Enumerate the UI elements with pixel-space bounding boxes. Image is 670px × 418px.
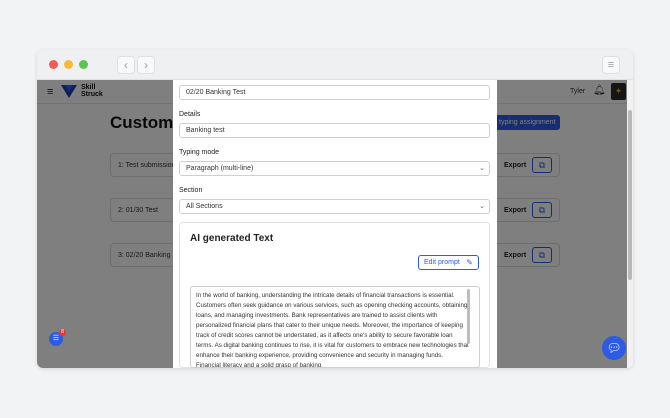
ai-generated-panel: AI generated Text Edit prompt ✎ In the w… — [179, 222, 490, 368]
chevron-left-icon[interactable]: ‹ — [117, 56, 135, 74]
title-field[interactable]: 02/20 Banking Test — [179, 85, 490, 100]
details-label: Details — [179, 111, 201, 118]
browser-window: ‹ › ≡ ≡ Skill Struck Tyler 🔔︎ ✦ Custom t… — [37, 50, 633, 368]
typing-mode-label: Typing mode — [179, 149, 220, 156]
chevron-right-icon[interactable]: › — [137, 56, 155, 74]
close-window-button[interactable] — [49, 60, 58, 69]
page-scrollbar[interactable] — [627, 80, 633, 368]
maximize-window-button[interactable] — [79, 60, 88, 69]
details-field[interactable]: Banking test — [179, 123, 490, 138]
section-label: Section — [179, 187, 203, 194]
pencil-icon: ✎ — [466, 258, 473, 267]
section-select[interactable]: All Sections ⌄ — [179, 199, 490, 214]
notification-badge: 8 — [59, 329, 66, 336]
ai-text-scrollbar[interactable] — [467, 289, 470, 344]
browser-titlebar: ‹ › ≡ — [37, 50, 633, 80]
page-viewport: ≡ Skill Struck Tyler 🔔︎ ✦ Custom typing … — [37, 80, 633, 368]
chevron-down-icon: ⌄ — [479, 203, 485, 210]
typing-mode-value: Paragraph (multi-line) — [186, 165, 254, 172]
menu-icon[interactable]: ≡ — [602, 56, 620, 74]
typing-mode-select[interactable]: Paragraph (multi-line) ⌄ — [179, 161, 490, 176]
edit-prompt-label: Edit prompt — [424, 259, 460, 266]
edit-assignment-modal: 02/20 Banking Test Details Banking test … — [173, 80, 497, 368]
page-scrollbar-thumb[interactable] — [628, 110, 632, 280]
ai-heading: AI generated Text — [190, 233, 274, 244]
ai-text-area[interactable]: In the world of banking, understanding t… — [190, 286, 480, 368]
minimize-window-button[interactable] — [64, 60, 73, 69]
section-value: All Sections — [186, 203, 223, 210]
edit-prompt-button[interactable]: Edit prompt ✎ — [418, 255, 479, 270]
chevron-down-icon: ⌄ — [479, 165, 485, 172]
chat-icon[interactable]: 💬︎ — [602, 336, 626, 360]
